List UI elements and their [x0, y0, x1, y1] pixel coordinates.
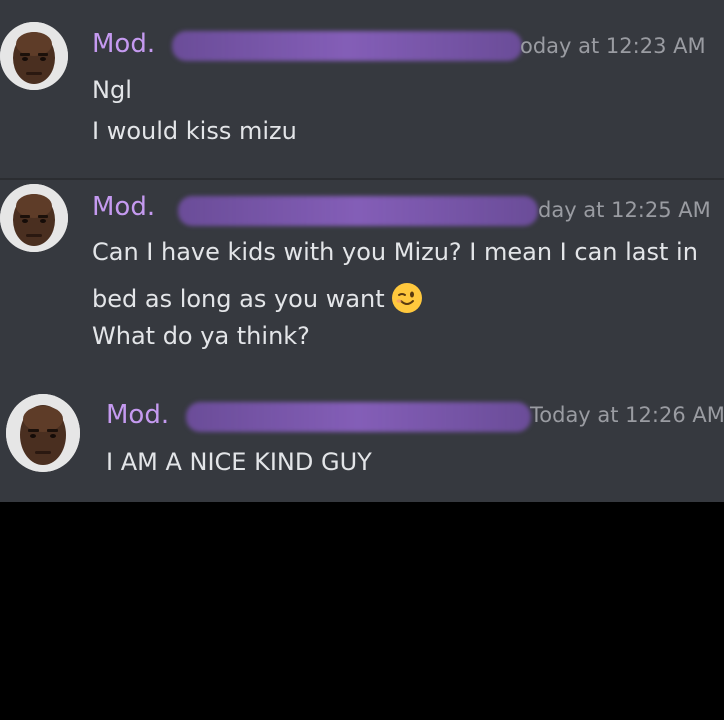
message-line: I AM A NICE KIND GUY [106, 448, 372, 476]
message-timestamp: oday at 12:23 AM [520, 34, 706, 58]
person-avatar-icon [0, 22, 68, 90]
message-line-text: bed as long as you want [92, 285, 385, 313]
winking-face-emoji-icon [391, 283, 422, 313]
redacted-name [178, 196, 538, 226]
user-avatar[interactable] [0, 22, 68, 90]
user-avatar[interactable] [6, 394, 80, 472]
message-line: What do ya think? [92, 322, 310, 350]
empty-area [0, 502, 724, 720]
redacted-name [186, 402, 531, 432]
message-timestamp: Today at 12:26 AM [530, 403, 724, 427]
message-line: Ngl [92, 76, 132, 104]
message-line: Can I have kids with you Mizu? I mean I … [92, 238, 698, 266]
person-avatar-icon [0, 184, 68, 252]
redacted-name [172, 31, 522, 61]
message-line: bed as long as you want [92, 282, 423, 314]
username[interactable]: Mod. [92, 192, 155, 222]
username[interactable]: Mod. [106, 400, 169, 430]
person-avatar-icon [6, 394, 80, 472]
chat-message: Mod. day at 12:25 AM Can I have kids wit… [0, 180, 724, 374]
user-avatar[interactable] [0, 184, 68, 252]
chat-message: Mod. oday at 12:23 AM Ngl I would kiss m… [0, 0, 724, 178]
chat-message: Mod. Today at 12:26 AM I AM A NICE KIND … [0, 374, 724, 502]
message-line: I would kiss mizu [92, 117, 297, 145]
message-timestamp: day at 12:25 AM [538, 198, 711, 222]
username[interactable]: Mod. [92, 29, 155, 59]
